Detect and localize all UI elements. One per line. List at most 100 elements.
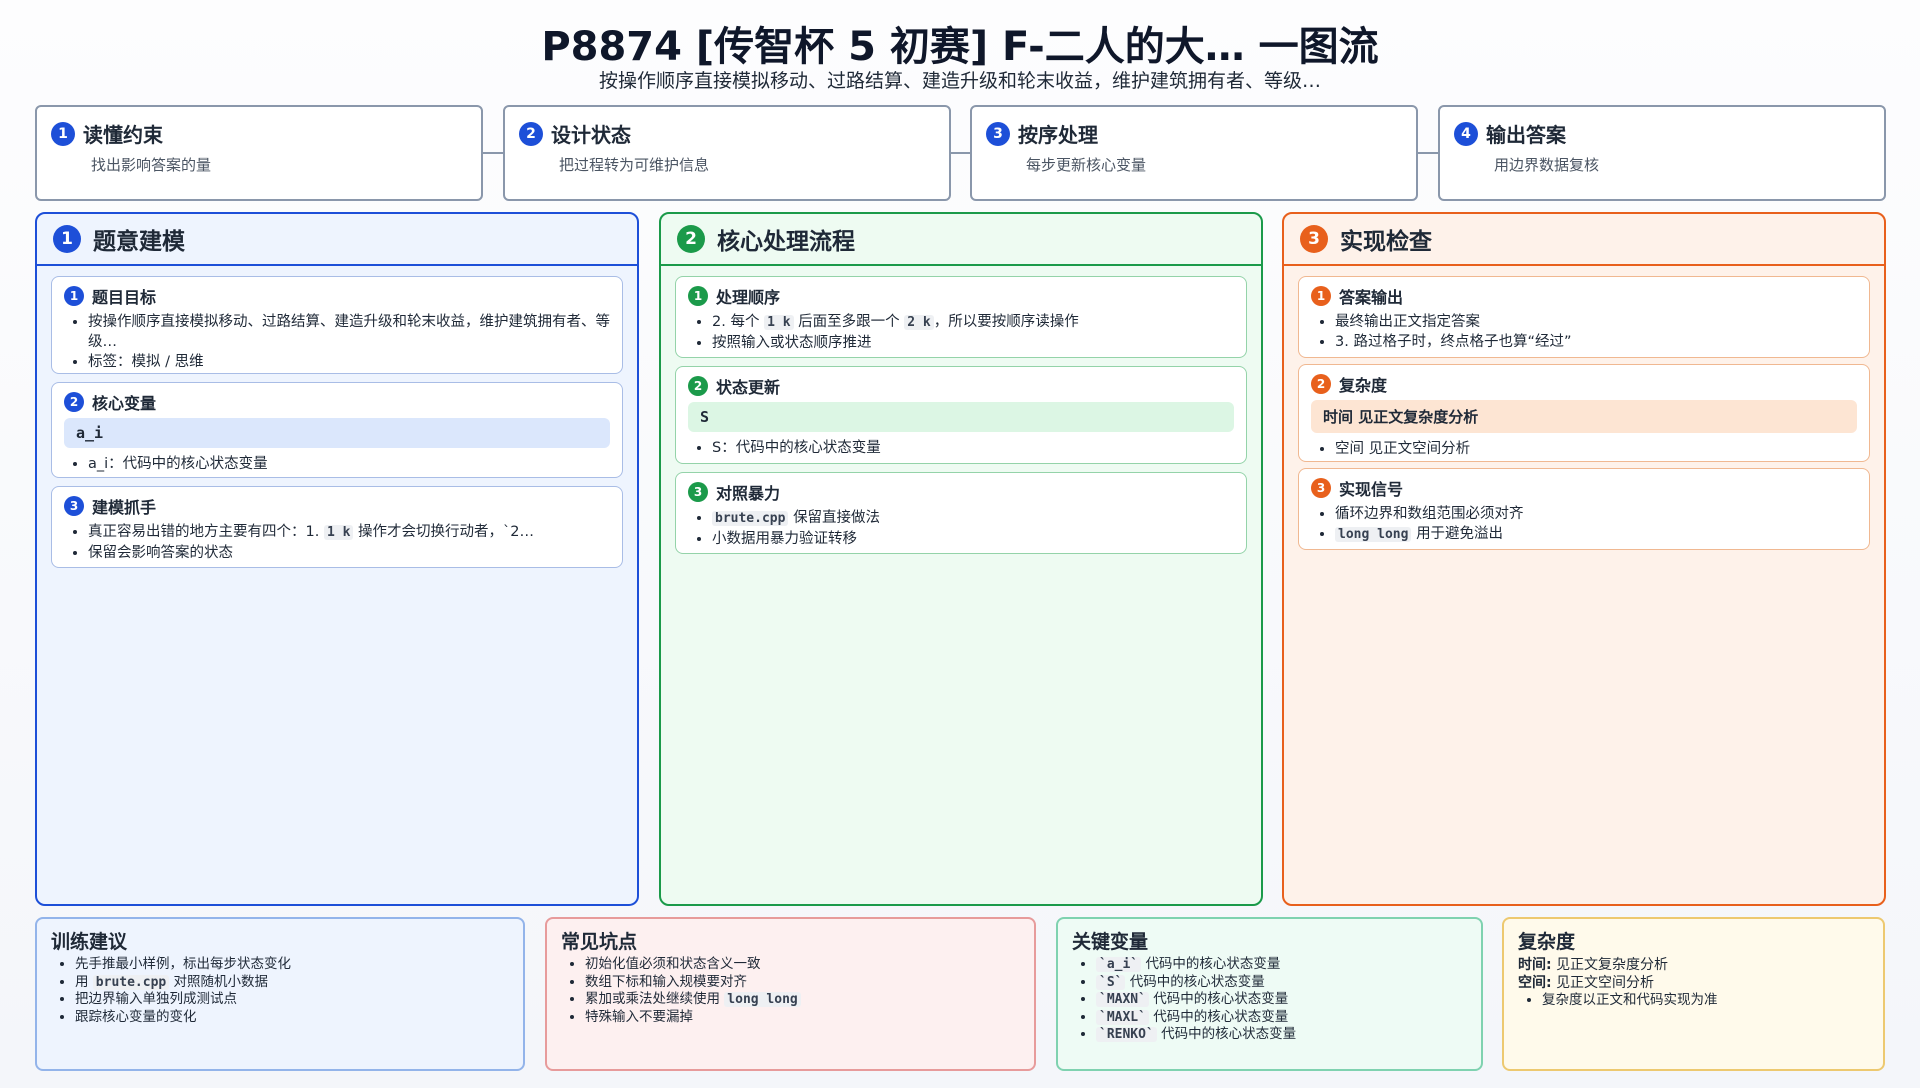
card-grip: 3 建模抓手 真正容易出错的地方主要有四个：1. 1 k 操作才会切换行动者，`2… [51,486,623,568]
card-brute: 3 对照暴力 brute.cpp 保留直接做法 小数据用暴力验证转移 [675,472,1247,554]
step-desc: 用边界数据复核 [1494,156,1600,174]
inline-code: long long [1335,527,1412,542]
step-1: 1 读懂约束 找出影响答案的量 [35,105,483,201]
bullet: 特殊输入不要漏掉 [585,1009,1020,1027]
bullet: 用 brute.cpp 对照随机小数据 [75,974,509,992]
panel-title: 核心处理流程 [717,229,855,255]
card-update: 2 状态更新 S S：代码中的核心状态变量 [675,366,1247,464]
card-number: 3 [64,496,84,516]
panel-modeling: 1 题意建模 1 题目目标 按操作顺序直接模拟移动、过路结算、建造升级和轮末收益，… [35,212,639,906]
step-desc: 把过程转为可维护信息 [559,156,710,174]
card-title: 实现信号 [1339,480,1404,499]
box-key-vars: 关键变量 `a_i` 代码中的核心状态变量 `S` 代码中的核心状态变量 `MA… [1056,917,1483,1071]
box-title: 常见坑点 [561,931,638,953]
step-desc: 每步更新核心变量 [1026,156,1147,174]
inline-code: 1 k [323,525,354,540]
panel-number: 1 [53,225,81,253]
inline-code: `a_i` [1096,957,1142,972]
box-title: 关键变量 [1072,931,1149,953]
panel-header: 3 实现检查 [1284,214,1884,266]
card-number: 2 [688,376,708,396]
step-connector [1418,152,1438,154]
card-title: 复杂度 [1339,376,1388,395]
bullet: a_i：代码中的核心状态变量 [88,454,610,474]
panel-flow: 2 核心处理流程 1 处理顺序 2. 每个 1 k 后面至多跟一个 2 k，所以要… [659,212,1263,906]
inline-code: `RENKO` [1096,1027,1157,1042]
bullet: 标签：模拟 / 思维 [88,352,610,372]
card-number: 1 [64,286,84,306]
card-title: 核心变量 [92,394,157,413]
card-number: 1 [1311,286,1331,306]
card-title: 对照暴力 [716,484,781,503]
bullet: 先手推最小样例，标出每步状态变化 [75,956,509,974]
step-number: 4 [1454,121,1478,146]
panel-title: 题意建模 [93,229,185,255]
bullet: 空间 见正文空间分析 [1335,439,1857,459]
inline-code: `MAXL` [1096,1009,1149,1025]
complexity-highlight: 时间 见正文复杂度分析 [1311,400,1857,433]
bullet: 跟踪核心变量的变化 [75,1009,509,1027]
time-row: 时间: 见正文复杂度分析 [1518,957,1669,973]
card-title: 处理顺序 [716,288,781,307]
bullet: 初始化值必须和状态含义一致 [585,956,1020,974]
card-number: 1 [688,286,708,306]
step-title: 按序处理 [1018,123,1098,147]
step-title: 读懂约束 [83,123,163,147]
bullet: `RENKO` 代码中的核心状态变量 [1096,1026,1467,1044]
card-title: 状态更新 [716,378,781,397]
panel-header: 2 核心处理流程 [661,214,1261,266]
bullet: 累加或乘法处继续使用 long long [585,991,1020,1009]
card-goal: 1 题目目标 按操作顺序直接模拟移动、过路结算、建造升级和轮末收益，维护建筑拥有者… [51,276,623,374]
card-number: 2 [1311,374,1331,394]
bullet: 按操作顺序直接模拟移动、过路结算、建造升级和轮末收益，维护建筑拥有者、等级… [88,312,610,352]
bullet: 保留会影响答案的状态 [88,543,610,563]
bullet: 2. 每个 1 k 后面至多跟一个 2 k，所以要按顺序读操作 [712,312,1234,333]
code-highlight: a_i [64,418,610,448]
bullet: 把边界输入单独列成测试点 [75,991,509,1009]
step-number: 2 [519,121,543,146]
card-signal: 3 实现信号 循环边界和数组范围必须对齐 long long 用于避免溢出 [1298,468,1870,550]
card-core-vars: 2 核心变量 a_i a_i：代码中的核心状态变量 [51,382,623,478]
step-connector [951,152,971,154]
bullet: brute.cpp 保留直接做法 [712,508,1234,529]
space-row: 空间: 见正文空间分析 [1518,975,1655,991]
step-connector [483,152,503,154]
bullet: 最终输出正文指定答案 [1335,312,1857,332]
panel-title: 实现检查 [1340,229,1432,255]
card-order: 1 处理顺序 2. 每个 1 k 后面至多跟一个 2 k，所以要按顺序读操作 按照… [675,276,1247,358]
inline-code: brute.cpp [712,511,789,526]
inline-code: 2 k [904,315,934,330]
box-complexity: 复杂度 时间: 见正文复杂度分析 空间: 见正文空间分析 复杂度以正文和代码实现… [1502,917,1885,1071]
panel-header: 1 题意建模 [37,214,637,266]
inline-code: brute.cpp [92,974,170,990]
bullet: `S` 代码中的核心状态变量 [1096,974,1467,992]
bullet: 真正容易出错的地方主要有四个：1. 1 k 操作才会切换行动者，`2… [88,522,610,543]
bullet: `MAXL` 代码中的核心状态变量 [1096,1009,1467,1027]
panel-number: 3 [1300,225,1328,253]
card-title: 答案输出 [1339,288,1404,307]
page-subtitle: 按操作顺序直接模拟移动、过路结算、建造升级和轮末收益，维护建筑拥有者、等级… [598,70,1321,92]
bullet: 循环边界和数组范围必须对齐 [1335,504,1857,524]
bullet: 小数据用暴力验证转移 [712,529,1234,549]
bullet: 复杂度以正文和代码实现为准 [1542,992,1869,1010]
page-title: P8874 [传智杯 5 初赛] F-二人的大… 一图流 [541,24,1379,70]
card-title: 题目目标 [92,288,157,307]
card-output: 1 答案输出 最终输出正文指定答案 3. 路过格子时，终点格子也算“经过” [1298,276,1870,358]
step-number: 3 [986,121,1010,146]
bullet: 按照输入或状态顺序推进 [712,333,1234,353]
inline-code: `S` [1096,974,1126,990]
card-title: 建模抓手 [92,498,157,517]
card-complexity: 2 复杂度 时间 见正文复杂度分析 空间 见正文空间分析 [1298,364,1870,462]
inline-code: long long [724,992,801,1007]
bullet: 数组下标和输入规模要对齐 [585,974,1020,992]
bullet: `MAXN` 代码中的核心状态变量 [1096,991,1467,1009]
bullet: S：代码中的核心状态变量 [712,438,1234,458]
inline-code: 1 k [764,315,794,330]
step-number: 1 [51,121,75,146]
bullet: long long 用于避免溢出 [1335,524,1857,545]
step-desc: 找出影响答案的量 [91,156,212,174]
box-title: 训练建议 [51,931,128,953]
step-title: 设计状态 [551,123,631,147]
step-4: 4 输出答案 用边界数据复核 [1438,105,1886,201]
bullet: `a_i` 代码中的核心状态变量 [1096,956,1467,974]
